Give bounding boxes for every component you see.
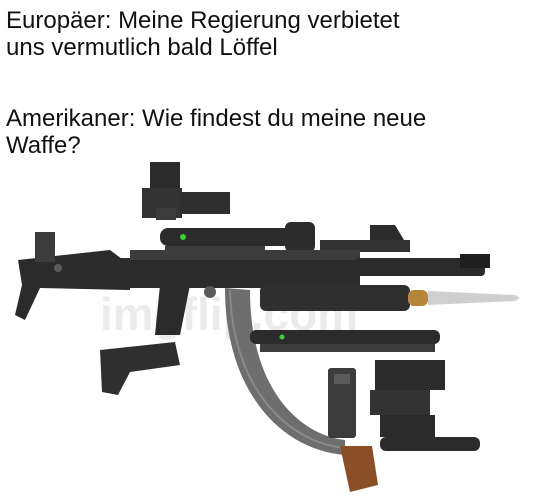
carry-handle	[320, 225, 410, 252]
box-magazine	[328, 368, 356, 438]
bayonet	[428, 291, 520, 305]
caption-top: Europäer: Meine Regierung verbietet uns …	[6, 7, 400, 61]
tactical-light	[370, 360, 480, 451]
meme-photo-gun: imgflip.com	[15, 162, 520, 492]
secondary-scope	[250, 330, 440, 352]
wooden-grip	[340, 446, 378, 492]
rear-stock	[100, 342, 180, 395]
grenade-launcher	[260, 285, 520, 311]
red-dot-sight	[142, 162, 230, 220]
green-dot	[180, 234, 186, 240]
